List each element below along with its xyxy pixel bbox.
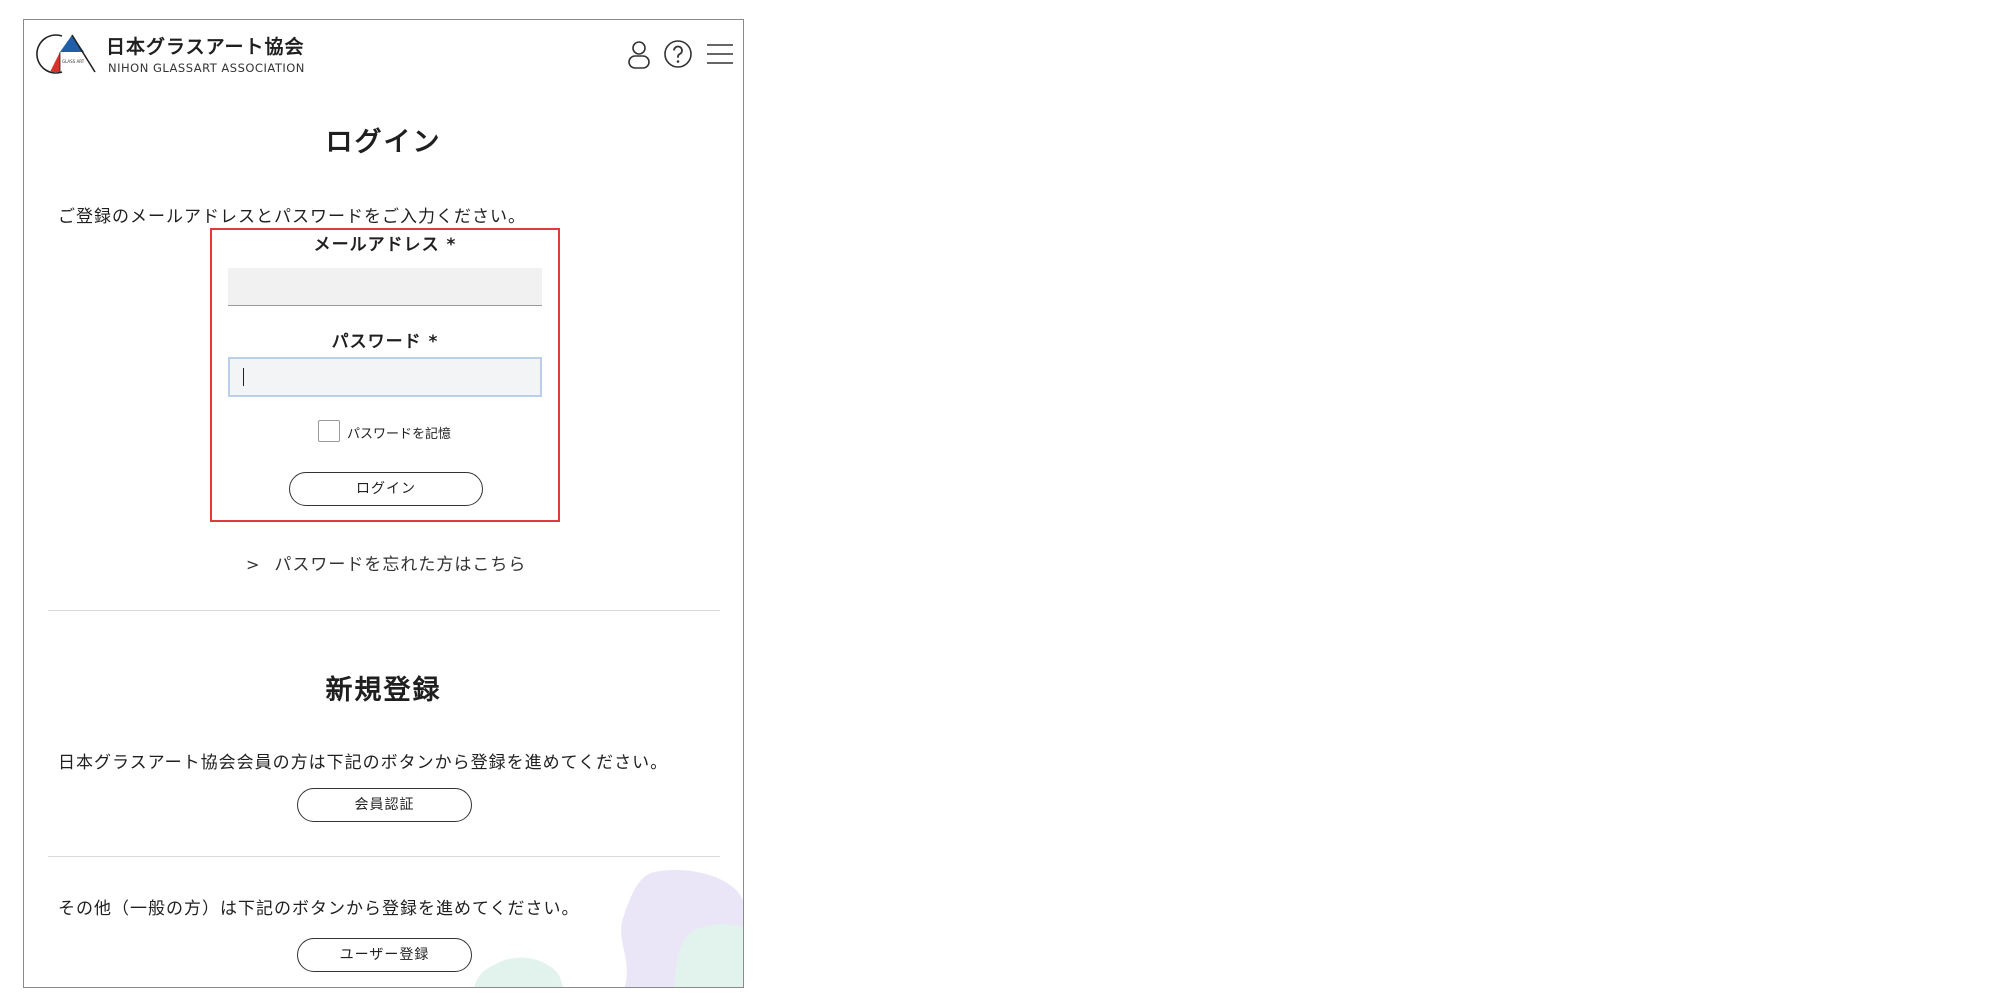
forgot-password-text[interactable]: パスワードを忘れた方はこちら bbox=[274, 555, 526, 575]
text-cursor bbox=[243, 368, 244, 386]
browser-viewport: GLASS ART 日本グラスアート協会 NIHON GLASSART ASSO… bbox=[23, 19, 744, 988]
register-title: 新規登録 bbox=[325, 675, 442, 706]
remember-password-checkbox[interactable] bbox=[318, 420, 340, 442]
password-field[interactable] bbox=[228, 357, 542, 397]
login-button[interactable]: ログイン bbox=[289, 472, 483, 506]
remember-password-label[interactable]: パスワードを記憶 bbox=[347, 423, 451, 442]
site-logo[interactable]: GLASS ART bbox=[36, 32, 96, 74]
password-label: パスワード * bbox=[331, 332, 439, 352]
user-register-button[interactable]: ユーザー登録 bbox=[297, 938, 472, 972]
menu-icon[interactable] bbox=[705, 39, 735, 69]
member-verify-button[interactable]: 会員認証 bbox=[297, 788, 472, 822]
member-register-text: 日本グラスアート協会会員の方は下記のボタンから登録を進めてください。 bbox=[58, 753, 669, 773]
general-register-text: その他（一般の方）は下記のボタンから登録を進めてください。 bbox=[58, 899, 580, 919]
brand-name-jp[interactable]: 日本グラスアート協会 bbox=[106, 32, 304, 59]
login-form: メールアドレス * パスワード * パスワードを記憶 ログイン bbox=[210, 228, 560, 522]
login-instruction: ご登録のメールアドレスとパスワードをご入力ください。 bbox=[58, 207, 526, 227]
chevron-right-icon: > bbox=[246, 555, 261, 574]
divider bbox=[48, 856, 720, 857]
site-header: GLASS ART 日本グラスアート協会 NIHON GLASSART ASSO… bbox=[24, 20, 743, 82]
user-icon[interactable] bbox=[623, 38, 655, 70]
divider bbox=[48, 610, 720, 611]
help-icon[interactable] bbox=[662, 38, 694, 70]
forgot-password-link[interactable]: > パスワードを忘れた方はこちら bbox=[246, 550, 526, 575]
email-label: メールアドレス * bbox=[313, 235, 457, 255]
brand-name-en: NIHON GLASSART ASSOCIATION bbox=[108, 61, 305, 75]
logo-mark-text: GLASS ART bbox=[62, 59, 85, 64]
decorative-blob-shapes bbox=[474, 870, 743, 987]
email-field[interactable] bbox=[228, 268, 542, 306]
login-title: ログイン bbox=[325, 127, 442, 158]
